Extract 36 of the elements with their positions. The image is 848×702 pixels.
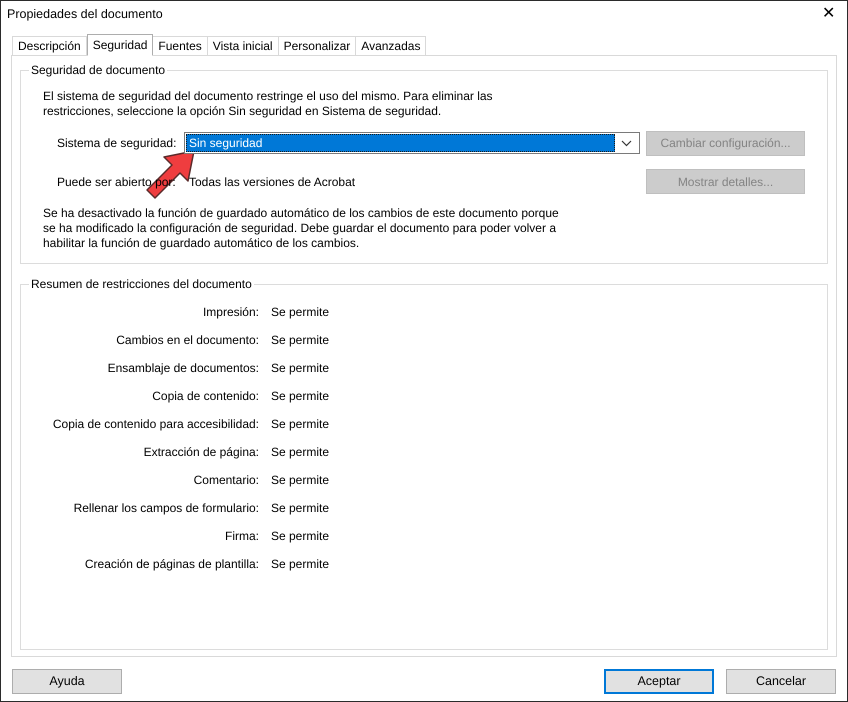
security-dropdown[interactable]: Sin seguridad xyxy=(184,132,640,154)
restriction-label: Copia de contenido para accesibilidad: xyxy=(52,416,259,433)
restriction-value: Se permite xyxy=(271,500,330,517)
restriction-label: Firma: xyxy=(224,528,259,545)
restriction-label: Rellenar los campos de formulario: xyxy=(72,500,259,517)
restriction-label: Comentario: xyxy=(192,472,259,489)
group-title: Seguridad de documento xyxy=(29,63,168,77)
restriction-value: Se permite xyxy=(271,556,330,573)
restriction-value: Se permite xyxy=(271,472,330,489)
dialog-button[interactable]: Aceptar xyxy=(604,668,714,694)
warning-text: Se ha desactivado la función de guardado automático de los cambios de este documento porque se ha modificado la configuración de seguridad. Debe guardar el documento para poder volver a habilitar la función de guardado automático de los cambios. xyxy=(43,206,560,251)
close-button[interactable]: ✕ xyxy=(818,6,839,22)
tab[interactable]: Descripción xyxy=(12,36,87,55)
restriction-value: Se permite xyxy=(271,416,330,433)
group-title: Resumen de restricciones del documento xyxy=(29,277,254,291)
description-text: El sistema de seguridad del documento restringe el uso del mismo. Para eliminar las restricciones, seleccione la opción Sin seguridad en Sistema de seguridad. xyxy=(43,89,494,119)
restriction-label: Extracción de página: xyxy=(142,444,259,461)
restriction-label: Copia de contenido: xyxy=(151,388,259,405)
restriction-label: Cambios en el documento: xyxy=(115,332,259,349)
chevron-down-icon xyxy=(621,140,632,146)
restriction-label: Impresión: xyxy=(202,304,259,321)
restriction-label: Ensamblaje de documentos: xyxy=(106,360,259,377)
field-value: Todas las versiones de Acrobat xyxy=(189,174,356,190)
restriction-value: Se permite xyxy=(271,528,330,545)
restriction-label: Creación de páginas de plantilla: xyxy=(84,556,259,573)
restriction-value: Se permite xyxy=(271,360,330,377)
window-title: Propiedades del documento xyxy=(7,6,163,23)
restriction-value: Se permite xyxy=(271,332,330,349)
restriction-value: Se permite xyxy=(271,388,330,405)
restriction-value: Se permite xyxy=(271,444,330,461)
restriction-value: Se permite xyxy=(271,304,330,321)
dialog-button[interactable]: Cancelar xyxy=(726,668,836,694)
tab[interactable]: Avanzadas xyxy=(355,36,426,55)
field-label: Sistema de seguridad: xyxy=(57,135,178,152)
dialog-button[interactable]: Ayuda xyxy=(12,668,122,694)
tab[interactable]: Seguridad xyxy=(86,34,154,56)
